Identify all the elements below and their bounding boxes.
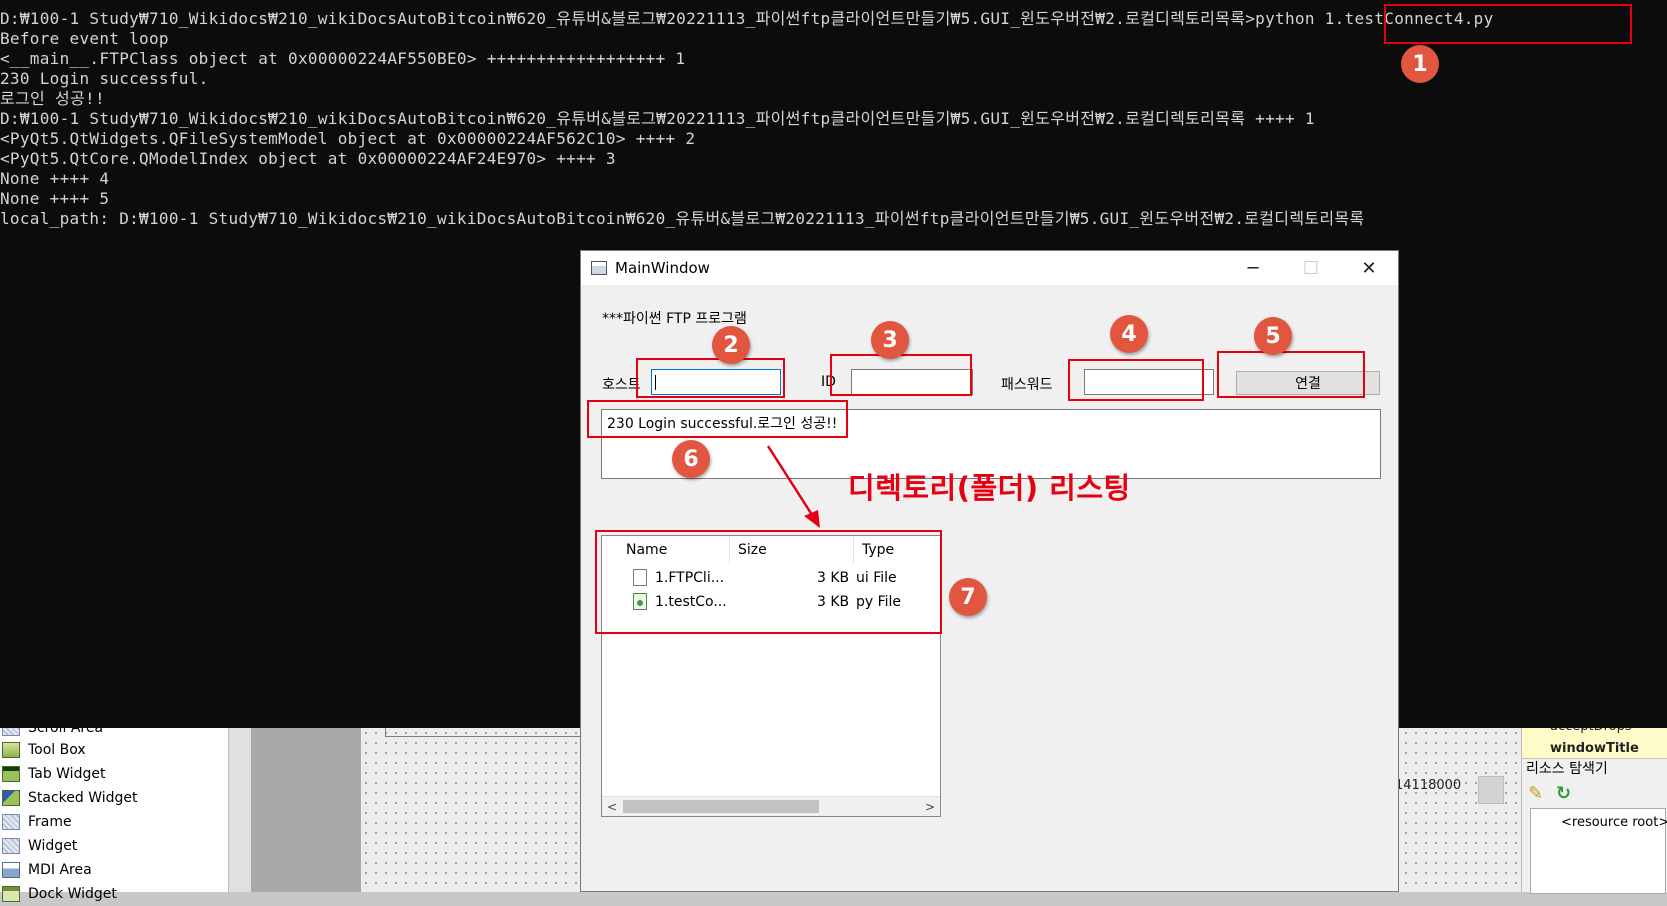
annotation-arrow	[766, 445, 820, 528]
annotation-arrow-head	[804, 510, 820, 528]
annotation-caption: 디렉토리(폴더) 리스팅	[848, 471, 1131, 505]
annotation-arrow-line	[766, 445, 816, 519]
